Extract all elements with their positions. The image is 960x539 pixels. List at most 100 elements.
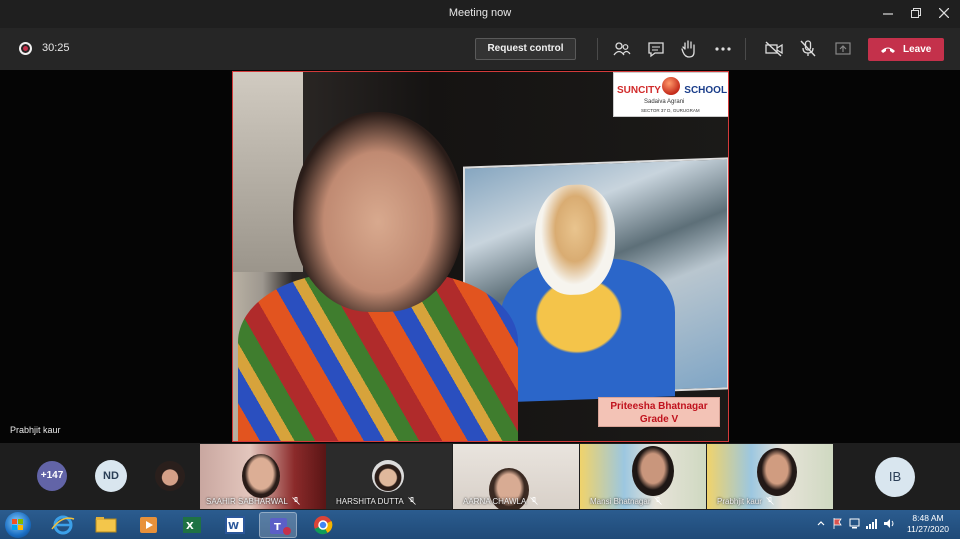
flag-icon [833,518,842,529]
meeting-stage: SUNCITY SCHOOL Sadaiva Agrani SECTOR 37 … [0,70,960,443]
taskbar-teams[interactable]: T [259,512,297,538]
taskbar-excel[interactable]: X [173,512,211,538]
taskbar-clock[interactable]: 8:48 AM 11/27/2020 [900,513,956,535]
video-caption: Priteesha Bhatnagar Grade V [598,397,720,427]
signal-icon [866,519,877,529]
close-icon [938,7,950,19]
tray-volume[interactable] [883,518,895,531]
participant-strip: +147 ND SAAHIR SABHARWAL HARSHITA DUTTA … [0,443,960,510]
participant-avatar-nd[interactable]: ND [95,460,127,492]
participant-avatar [372,460,404,492]
participant-name: Mansi Bhatnagar [590,497,663,506]
meeting-timer: 30:25 [42,42,70,54]
minimize-icon [883,13,893,15]
participant-tile[interactable]: Prabhjit kaur [707,444,833,509]
school-tagline: Sadaiva Agrani [644,99,685,105]
toolbar-divider [745,38,746,60]
toolbar-divider [597,38,598,60]
meeting-toolbar: 30:25 Request control Leave [0,28,960,70]
more-options-button[interactable] [712,38,734,60]
main-video-feed[interactable]: SUNCITY SCHOOL Sadaiva Agrani SECTOR 37 … [232,71,729,442]
svg-text:W: W [228,521,239,532]
folder-icon [95,517,117,533]
excel-icon: X [183,517,201,533]
tray-action-center[interactable] [833,518,843,531]
teams-meeting-window: Meeting now 30:25 Request control Leave … [0,0,960,539]
word-icon: W [225,516,245,534]
background-wall [233,72,303,272]
tray-overflow-button[interactable] [817,519,825,529]
chat-button[interactable] [645,38,667,60]
tray-network[interactable] [866,518,878,531]
leave-label: Leave [903,44,932,55]
mic-off-icon [654,497,663,505]
school-name: SUNCITY SCHOOL [617,85,727,96]
school-sector: SECTOR 37 D, GURUGRAM [641,108,700,113]
raise-hand-button[interactable] [678,38,700,60]
hang-up-icon [881,47,895,53]
participants-button[interactable] [611,38,633,60]
participant-face [242,454,280,498]
participant-tile[interactable]: SAAHIR SABHARWAL [200,444,326,509]
school-name-part2: SCHOOL [684,85,728,96]
participant-tile[interactable]: HARSHITA DUTTA [326,444,452,509]
recording-icon [19,42,32,55]
participant-avatar-ib[interactable]: IB [875,457,915,497]
painting-figure [535,183,615,297]
chat-icon [648,42,664,58]
participant-name: AARNA CHAWLA [463,497,539,506]
mic-off-icon [530,497,539,505]
caption-grade: Grade V [639,414,679,425]
minimize-button[interactable] [877,4,899,24]
mic-off-icon [407,497,416,505]
caption-name: Priteesha Bhatnagar [610,401,708,412]
participant-photo-avatar[interactable] [155,461,185,491]
speaker-icon [884,519,894,528]
speaker-face [293,112,463,312]
chrome-icon [314,516,333,535]
school-logo: SUNCITY SCHOOL Sadaiva Agrani SECTOR 37 … [613,72,728,117]
participant-face [757,448,797,496]
mic-off-icon [766,497,774,505]
taskbar-chrome[interactable] [304,512,342,538]
camera-toggle-button[interactable] [763,38,785,60]
participant-tile[interactable]: AARNA CHAWLA [453,444,579,509]
participant-name: Prabhjit kaur [717,497,774,506]
participant-tile[interactable]: Mansi Bhatnagar [580,444,706,509]
internet-explorer-icon [51,515,75,535]
clock-time: 8:48 AM [912,513,944,523]
more-icon [715,47,731,51]
tray-device[interactable] [849,518,860,531]
taskbar-file-explorer[interactable] [87,512,125,538]
request-control-button[interactable]: Request control [475,38,576,60]
windows-logo-icon [12,519,23,530]
taskbar-word[interactable]: W [216,512,254,538]
school-name-part1: SUNCITY [617,85,661,96]
taskbar-internet-explorer[interactable] [44,512,82,538]
speaker-name-label: Prabhjit kaur [10,425,61,435]
overflow-participants-avatar[interactable]: +147 [37,461,67,491]
participant-name: SAAHIR SABHARWAL [206,497,300,506]
people-icon [613,42,631,56]
camera-off-icon [765,41,783,57]
restore-icon [911,8,921,18]
start-button[interactable] [5,512,31,538]
media-player-icon [140,517,157,533]
svg-text:X: X [186,521,194,532]
windows-taskbar: X W T 8:48 AM 11/27/2020 [0,510,960,539]
svg-text:T: T [274,522,281,533]
taskbar-media-player[interactable] [130,512,168,538]
hand-icon [681,40,695,58]
title-bar: Meeting now [0,0,960,28]
mic-toggle-button[interactable] [797,38,819,60]
device-icon [849,518,860,529]
restore-button[interactable] [905,4,927,24]
share-screen-button[interactable] [832,38,854,60]
share-screen-icon [835,42,851,55]
window-title: Meeting now [448,7,512,19]
chevron-up-icon [817,521,825,526]
close-button[interactable] [933,4,955,24]
participant-name: HARSHITA DUTTA [336,497,416,506]
mic-off-icon [292,497,300,505]
leave-button[interactable]: Leave [868,38,944,61]
